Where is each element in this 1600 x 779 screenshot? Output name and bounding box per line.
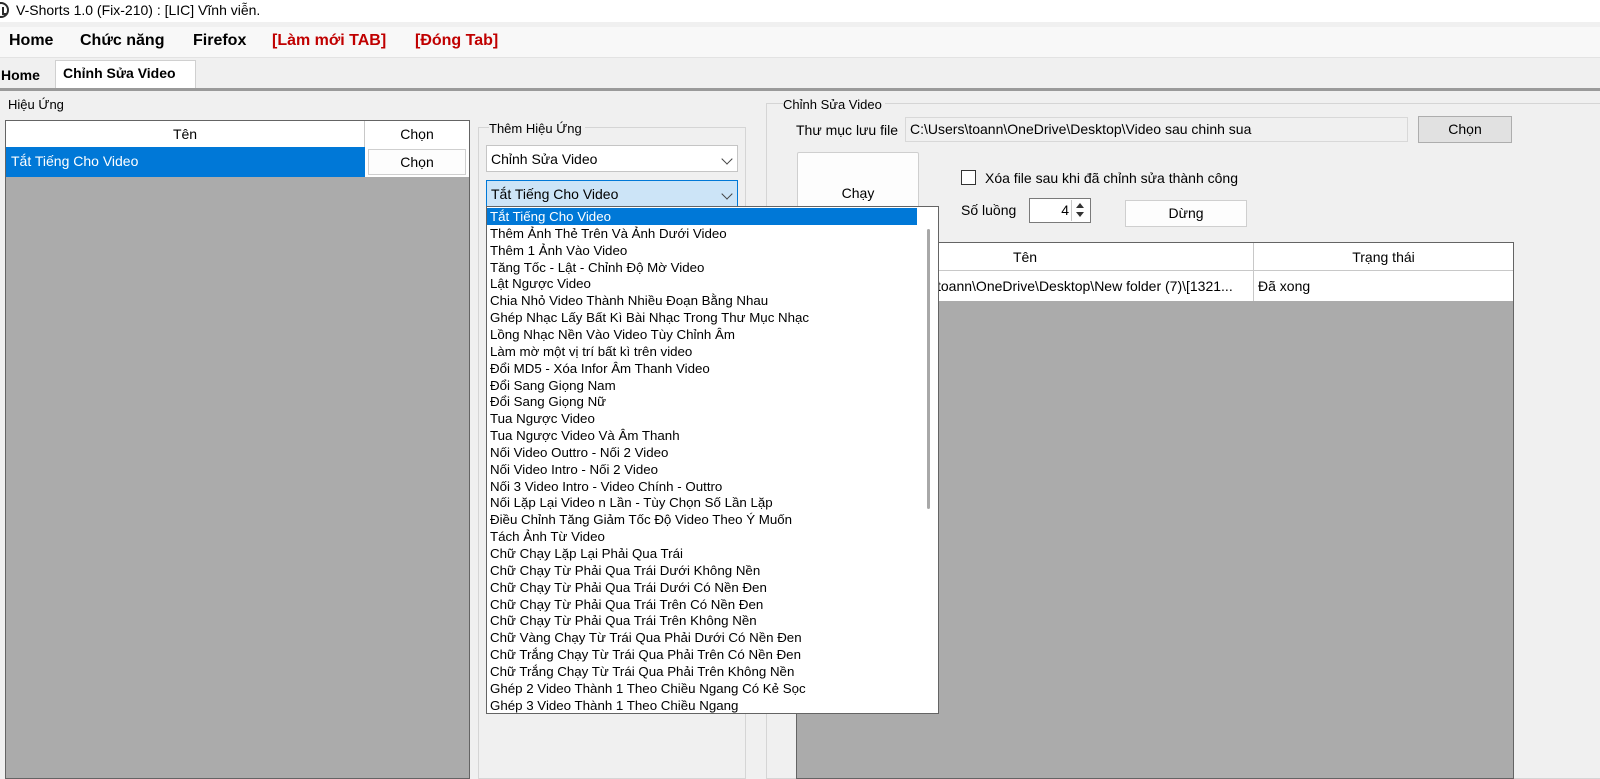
window-title: V-Shorts 1.0 (Fix-210) : [LIC] Vĩnh viễn… xyxy=(16,2,261,18)
dropdown-option[interactable]: Chữ Chạy Từ Phải Qua Trái Trên Không Nền xyxy=(487,612,917,629)
output-folder-label: Thư mục lưu file xyxy=(796,122,898,138)
dropdown-option[interactable]: Chữ Chạy Lặp Lại Phải Qua Trái xyxy=(487,545,917,562)
jobs-col-status: Trạng thái xyxy=(1254,243,1513,271)
dropdown-option[interactable]: Lồng Nhạc Nền Vào Video Tùy Chỉnh Âm xyxy=(487,326,917,343)
threads-stepper-buttons[interactable] xyxy=(1071,200,1089,221)
dropdown-option[interactable]: Nối Lặp Lại Video n Lần - Tùy Chọn Số Lầ… xyxy=(487,494,917,511)
dropdown-option[interactable]: Thêm 1 Ảnh Vào Video xyxy=(487,242,917,259)
category-select-value: Chỉnh Sửa Video xyxy=(491,151,598,167)
dropdown-option[interactable]: Ghép Nhạc Lấy Bất Kì Bài Nhạc Trong Thư … xyxy=(487,309,917,326)
effects-row-name: Tắt Tiếng Cho Video xyxy=(11,153,139,169)
threads-value: 4 xyxy=(1061,202,1069,218)
dropdown-option[interactable]: Làm mờ một vị trí bất kì trên video xyxy=(487,343,917,360)
dropdown-option[interactable]: Lật Ngược Video xyxy=(487,275,917,292)
effects-row[interactable]: Tắt Tiếng Cho Video xyxy=(6,147,365,177)
effects-grid: Tên Chọn Tắt Tiếng Cho Video Chọn xyxy=(5,120,470,779)
dropdown-option[interactable]: Chữ Vàng Chạy Từ Trái Qua Phải Dưới Có N… xyxy=(487,629,917,646)
dropdown-option[interactable]: Nối 3 Video Intro - Video Chính - Outtro xyxy=(487,478,917,495)
dropdown-scrollbar[interactable] xyxy=(927,229,930,509)
dropdown-option[interactable]: Đổi Sang Giọng Nam xyxy=(487,377,917,394)
stop-button[interactable]: Dừng xyxy=(1125,200,1247,227)
dropdown-option[interactable]: Thêm Ảnh Thẻ Trên Và Ảnh Dưới Video xyxy=(487,225,917,242)
tab-home[interactable]: Home xyxy=(0,60,45,88)
menu-refresh-tab[interactable]: [Làm mới TAB] xyxy=(272,32,386,50)
effects-col-choose: Chọn xyxy=(400,126,434,142)
dropdown-option[interactable]: Tắt Tiếng Cho Video xyxy=(487,208,917,225)
delete-after-checkbox[interactable] xyxy=(961,170,976,185)
dropdown-option[interactable]: Điều Chỉnh Tăng Giảm Tốc Độ Video Theo Ý… xyxy=(487,511,917,528)
dropdown-option[interactable]: Ghép 2 Video Thành 1 Theo Chiều Ngang Có… xyxy=(487,680,917,697)
effects-row-choose-button[interactable]: Chọn xyxy=(368,149,466,175)
menu-firefox[interactable]: Firefox xyxy=(193,32,246,50)
output-folder-field[interactable]: C:\Users\toann\OneDrive\Desktop\Video sa… xyxy=(905,117,1408,142)
dropdown-option[interactable]: Tua Ngược Video xyxy=(487,410,917,427)
delete-after-label: Xóa file sau khi đã chỉnh sửa thành công xyxy=(985,170,1238,186)
dropdown-option[interactable]: Tăng Tốc - Lật - Chỉnh Độ Mờ Video xyxy=(487,259,917,276)
jobs-row-status: Đã xong xyxy=(1254,271,1513,301)
category-select[interactable]: Chỉnh Sửa Video xyxy=(486,145,738,172)
dropdown-option[interactable]: Chữ Chạy Từ Phải Qua Trái Dưới Không Nền xyxy=(487,562,917,579)
title-bar: V-Shorts 1.0 (Fix-210) : [LIC] Vĩnh viễn… xyxy=(0,0,1600,22)
dropdown-option[interactable]: Nối Video Intro - Nối 2 Video xyxy=(487,461,917,478)
add-effect-group-title: Thêm Hiệu Ứng xyxy=(489,121,585,136)
dropdown-option[interactable]: Chia Nhỏ Video Thành Nhiều Đoạn Bằng Nha… xyxy=(487,292,917,309)
menu-close-tab[interactable]: [Đóng Tab] xyxy=(415,32,498,50)
effect-dropdown-list: Tắt Tiếng Cho Video Thêm Ảnh Thẻ Trên Và … xyxy=(486,206,939,714)
dropdown-option[interactable]: Đổi Sang Giọng Nữ xyxy=(487,393,917,410)
effect-select[interactable]: Tắt Tiếng Cho Video xyxy=(486,180,738,207)
chevron-down-icon xyxy=(721,188,733,200)
effect-select-value: Tắt Tiếng Cho Video xyxy=(491,186,619,202)
dropdown-option[interactable]: Chữ Chạy Từ Phải Qua Trái Dưới Có Nền Đe… xyxy=(487,579,917,596)
effects-grid-header: Tên Chọn xyxy=(6,121,469,148)
threads-stepper[interactable]: 4 xyxy=(1029,198,1091,223)
app-icon xyxy=(0,2,9,18)
menu-home[interactable]: Home xyxy=(9,32,53,50)
edit-group-title: Chỉnh Sửa Video xyxy=(783,97,885,112)
menu-functions[interactable]: Chức năng xyxy=(80,32,164,50)
dropdown-option[interactable]: Tách Ảnh Từ Video xyxy=(487,528,917,545)
choose-folder-button[interactable]: Chọn xyxy=(1418,116,1512,143)
effects-col-name: Tên xyxy=(6,121,365,147)
output-folder-path: C:\Users\toann\OneDrive\Desktop\Video sa… xyxy=(910,121,1252,137)
dropdown-option[interactable]: Chữ Trắng Chạy Từ Trái Qua Phải Trên Khô… xyxy=(487,663,917,680)
effects-row-button-cell: Chọn xyxy=(365,147,469,177)
dropdown-option[interactable]: Ghép 3 Video Thành 1 Theo Chiều Ngang xyxy=(487,697,917,713)
threads-label: Số luồng xyxy=(961,202,1017,218)
tab-edit-video[interactable]: Chỉnh Sửa Video xyxy=(55,60,196,88)
chevron-down-icon xyxy=(721,153,733,165)
dropdown-option[interactable]: Nối Video Outtro - Nối 2 Video xyxy=(487,444,917,461)
dropdown-option[interactable]: Chữ Trắng Chạy Từ Trái Qua Phải Trên Có … xyxy=(487,646,917,663)
dropdown-option[interactable]: Đổi MD5 - Xóa Infor Âm Thanh Video xyxy=(487,360,917,377)
menu-bar: Home Chức năng Firefox [Làm mới TAB] [Đó… xyxy=(0,27,1600,58)
arrow-down-icon[interactable] xyxy=(1076,212,1084,217)
arrow-up-icon[interactable] xyxy=(1076,203,1084,208)
dropdown-option[interactable]: Chữ Chạy Từ Phải Qua Trái Trên Có Nền Đe… xyxy=(487,596,917,613)
dropdown-option[interactable]: Tua Ngược Video Và Âm Thanh xyxy=(487,427,917,444)
effects-group-title: Hiệu Ứng xyxy=(8,97,67,112)
tab-divider xyxy=(0,88,1600,91)
